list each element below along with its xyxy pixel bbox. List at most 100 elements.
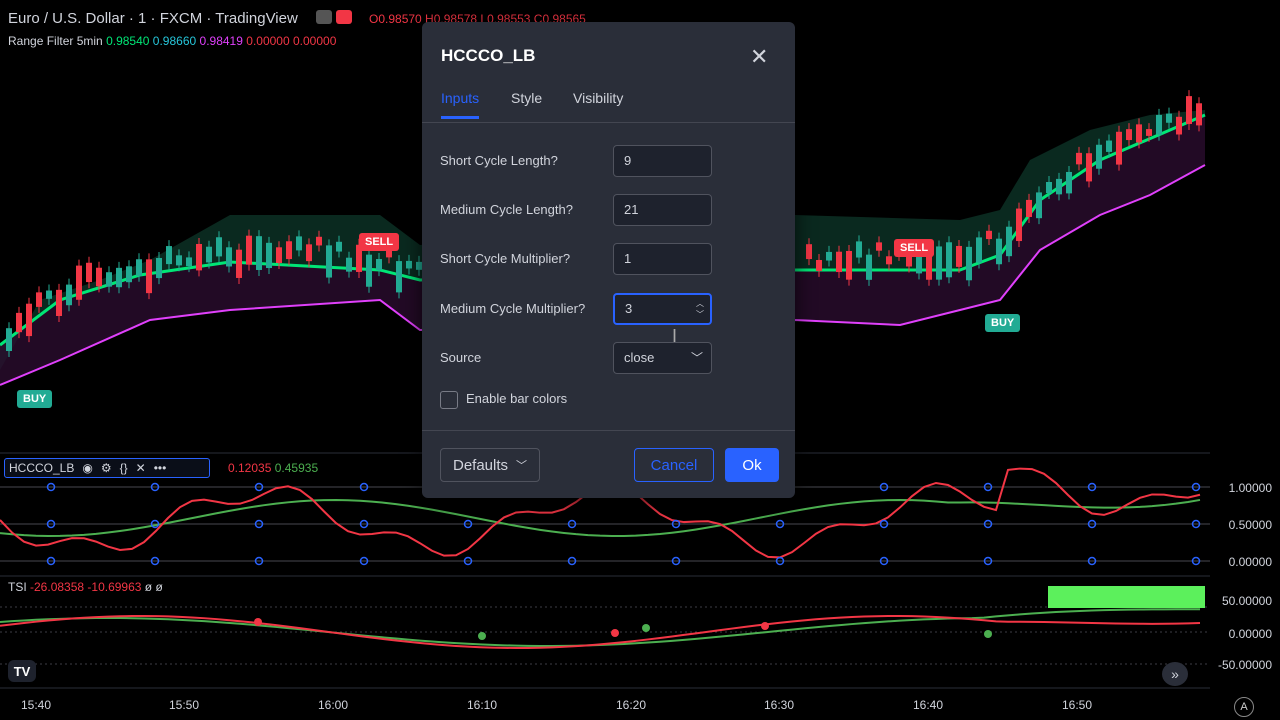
rf-value-5: 0.00000 [293, 34, 337, 48]
tradingview-logo[interactable]: TV [8, 660, 36, 682]
indicator-settings-dialog: HCCCO_LB ✕ Inputs Style Visibility Short… [422, 22, 795, 498]
rf-value-1: 0.98540 [106, 34, 150, 48]
candle-body [26, 303, 32, 337]
tsi-cross-dot [254, 618, 262, 626]
buy-signal-1: BUY [17, 390, 53, 408]
window-buttons[interactable] [316, 10, 352, 24]
medium-cycle-multiplier-input[interactable]: 3 ︿ ﹀ [613, 293, 712, 325]
defaults-button[interactable]: Defaults ﹀ [440, 448, 540, 482]
short-cycle-length-input[interactable]: 9 [613, 145, 712, 177]
enable-bar-colors-checkbox[interactable] [440, 391, 458, 409]
close-icon[interactable]: ✕ [136, 461, 146, 475]
candle-body [76, 265, 82, 300]
candle-body [1026, 199, 1032, 217]
range-filter-name: Range Filter 5min [8, 34, 103, 48]
chevron-down-icon: ﹀ [690, 351, 703, 365]
candle-body [306, 244, 312, 262]
candle-body [86, 262, 92, 283]
candle-body [986, 230, 992, 240]
candle-body [96, 267, 102, 287]
candle-body [106, 272, 112, 287]
medium-cycle-length-label: Medium Cycle Length? [440, 202, 573, 217]
candle-body [136, 259, 142, 276]
candle-body [836, 251, 842, 273]
medium-cycle-length-input[interactable]: 21 [613, 194, 712, 226]
tsi-cross-dot [478, 632, 486, 640]
candle-body [1126, 129, 1132, 141]
range-filter-legend[interactable]: Range Filter 5min 0.98540 0.98660 0.9841… [8, 34, 336, 48]
candle-body [316, 236, 322, 246]
source-select[interactable]: close ﹀ [613, 342, 712, 374]
candle-body [56, 289, 62, 316]
tsi-value-2: -10.69963 [87, 580, 142, 594]
candle-body [196, 243, 202, 271]
candle-body [1076, 152, 1082, 165]
time-label: 16:10 [466, 698, 498, 712]
candle-body [1016, 208, 1022, 242]
candle-body [366, 254, 372, 287]
indicator-values: 0.12035 0.45935 [228, 461, 318, 475]
eye-icon[interactable]: ◉ [82, 461, 92, 475]
candle-body [176, 255, 182, 266]
tsi-value-1: -26.08358 [30, 580, 85, 594]
candle-body [226, 247, 232, 267]
tab-visibility[interactable]: Visibility [573, 90, 623, 116]
candle-body [1096, 144, 1102, 169]
osc-slow-line [0, 498, 1201, 537]
tsi-name: TSI [8, 580, 27, 594]
candle-body [36, 292, 42, 307]
candle-body [336, 241, 342, 252]
rf-value-2: 0.98660 [152, 34, 197, 48]
rf-value-4: 0.00000 [246, 34, 290, 48]
candle-body [816, 259, 822, 271]
time-label: 16:40 [912, 698, 944, 712]
candle-body [46, 290, 52, 299]
osc-scale-1: 1.00000 [1228, 481, 1272, 495]
candle-body [116, 267, 122, 288]
candle-body [1166, 113, 1172, 123]
candle-body [16, 312, 22, 333]
indicator-legend[interactable]: HCCCO_LB ◉ ⚙ {} ✕ ••• [4, 458, 210, 478]
tab-style[interactable]: Style [511, 90, 542, 116]
tsi-cross-dot [984, 630, 992, 638]
sell-signal-1: SELL [359, 233, 400, 251]
candle-body [966, 246, 972, 281]
candle-body [1196, 103, 1202, 126]
enable-bar-colors-label: Enable bar colors [466, 391, 568, 406]
dialog-close-icon[interactable]: ✕ [750, 44, 768, 70]
candle-body [256, 236, 262, 270]
tab-inputs[interactable]: Inputs [441, 90, 480, 119]
more-icon[interactable]: ••• [154, 461, 167, 475]
candle-body [1046, 181, 1052, 194]
candle-body [1186, 96, 1192, 124]
source-label: Source [440, 350, 482, 365]
cancel-button[interactable]: Cancel [634, 448, 714, 482]
medium-cycle-multiplier-label: Medium Cycle Multiplier? [440, 301, 586, 316]
source-code-icon[interactable]: {} [120, 461, 128, 475]
settings-icon[interactable]: ⚙ [101, 461, 112, 475]
stepper-icon[interactable]: ︿ ﹀ [696, 298, 704, 320]
candle-body [1116, 131, 1122, 165]
candle-body [846, 250, 852, 280]
osc-scale-2: 0.50000 [1228, 518, 1272, 532]
candle-body [1106, 140, 1112, 152]
candle-body [946, 242, 952, 278]
candle-body [326, 245, 332, 278]
chevron-down-icon: ﹀ [516, 460, 528, 472]
tsi-legend[interactable]: TSI -26.08358 -10.69963 ø ø [8, 580, 163, 594]
tsi-histogram-bar [1048, 586, 1205, 608]
scroll-to-realtime-icon[interactable]: » [1162, 662, 1188, 686]
candle-body [976, 237, 982, 263]
time-label: 16:30 [763, 698, 795, 712]
medium-cycle-multiplier-value: 3 [625, 301, 633, 316]
candle-body [6, 328, 12, 352]
short-cycle-multiplier-input[interactable]: 1 [613, 243, 712, 275]
auto-scale-icon[interactable]: A [1234, 697, 1254, 717]
candle-body [156, 257, 162, 279]
ok-button[interactable]: Ok [725, 448, 779, 482]
candle-body [376, 259, 382, 271]
candle-body [806, 244, 812, 260]
defaults-label: Defaults [452, 456, 509, 474]
source-value: close [624, 350, 655, 365]
candle-body [1086, 153, 1092, 182]
